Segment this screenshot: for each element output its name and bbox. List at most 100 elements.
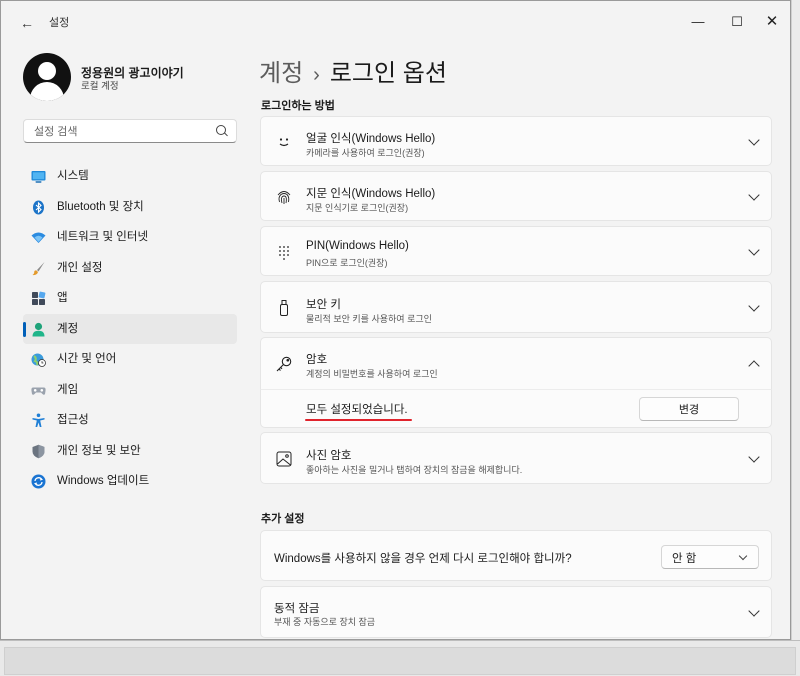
chevron-down-icon[interactable] (748, 451, 760, 463)
sidebar-item-label: 네트워크 및 인터넷 (57, 231, 149, 243)
dynamic-lock-title: 동적 잠금 (274, 603, 320, 615)
shield-icon (31, 444, 46, 459)
avatar-shoulders (30, 82, 64, 101)
gamepad-icon (31, 383, 46, 398)
relogin-dropdown[interactable]: 안 함 (661, 545, 759, 569)
key-icon (275, 355, 293, 373)
sidebar-item-label: 시스템 (57, 170, 89, 182)
bluetooth-icon (31, 200, 46, 215)
title-bar: ← 설정 — ☐ ✕ (1, 1, 790, 41)
signin-option-fingerprint[interactable]: 지문 인식(Windows Hello) 지문 인식기로 로그인(권장) (260, 171, 772, 221)
back-button[interactable]: ← (15, 15, 39, 31)
chevron-up-icon[interactable] (748, 360, 760, 372)
password-detail-panel: 모두 설정되었습니다. 변경 (260, 389, 772, 428)
option-subtitle: 좋아하는 사진을 밀거나 탭하여 장치의 잠금을 해제합니다. (306, 465, 523, 475)
picture-icon (275, 450, 293, 468)
signin-section-heading: 로그인하는 방법 (261, 100, 335, 112)
search-input[interactable] (32, 123, 216, 141)
option-title: 보안 키 (306, 299, 341, 311)
relogin-setting-row: Windows를 사용하지 않을 경우 언제 다시 로그인해야 합니까? 안 함 (260, 530, 772, 581)
sidebar-item-privacy[interactable]: 개인 정보 및 보안 (23, 436, 237, 467)
breadcrumb: 계정 › 로그인 옵션 (259, 53, 447, 88)
option-title: 얼굴 인식(Windows Hello) (306, 133, 436, 145)
password-status-text: 모두 설정되었습니다. (306, 404, 408, 416)
sidebar-item-apps[interactable]: 앱 (23, 283, 237, 314)
pin-keypad-icon (275, 243, 293, 261)
search-icon[interactable] (216, 125, 226, 135)
signin-option-face[interactable]: 얼굴 인식(Windows Hello) 카메라를 사용하여 로그인(권장) (260, 116, 772, 166)
chevron-down-icon[interactable] (748, 134, 760, 146)
additional-section-heading: 추가 설정 (261, 513, 305, 525)
red-highlight-underline (305, 419, 412, 421)
wifi-network-icon (31, 230, 46, 245)
face-smile-icon (275, 133, 293, 151)
settings-window: ← 설정 — ☐ ✕ 정용원의 광고이야기 로컬 계정 시스템 Bluetoot… (0, 0, 791, 640)
sidebar-item-gaming[interactable]: 게임 (23, 375, 237, 406)
sidebar-item-system[interactable]: 시스템 (23, 161, 237, 192)
sidebar-item-label: Windows 업데이트 (57, 475, 150, 487)
paintbrush-icon (31, 261, 46, 276)
account-type: 로컬 계정 (81, 81, 119, 92)
chevron-down-icon[interactable] (748, 605, 760, 617)
sidebar-item-label: 앱 (57, 292, 68, 304)
chevron-down-icon[interactable] (748, 300, 760, 312)
sidebar-item-label: 계정 (57, 322, 79, 335)
sidebar-item-label: Bluetooth 및 장치 (57, 200, 144, 213)
option-title: PIN(Windows Hello) (306, 240, 409, 252)
chevron-down-icon (738, 551, 748, 561)
option-subtitle: 물리적 보안 키를 사용하여 로그인 (306, 314, 432, 324)
sidebar-item-label: 개인 설정 (57, 261, 103, 274)
signin-option-password[interactable]: 암호 계정의 비밀번호를 사용하여 로그인 (260, 337, 772, 390)
window-bottom-frame (0, 640, 800, 676)
chevron-down-icon[interactable] (748, 244, 760, 256)
usb-key-icon (275, 299, 293, 317)
relogin-question: Windows를 사용하지 않을 경우 언제 다시 로그인해야 합니까? (274, 553, 572, 565)
frame-shade (4, 647, 796, 675)
option-subtitle: 카메라를 사용하여 로그인(권장) (306, 148, 425, 158)
signin-option-security-key[interactable]: 보안 키 물리적 보안 키를 사용하여 로그인 (260, 281, 772, 333)
person-account-icon (31, 322, 46, 337)
search-box[interactable] (23, 119, 237, 143)
change-password-button[interactable]: 변경 (639, 397, 739, 421)
minimize-button[interactable]: — (681, 11, 715, 33)
fingerprint-icon (275, 188, 293, 206)
sidebar-item-time-language[interactable]: 시간 및 언어 (23, 344, 237, 375)
signin-option-pin[interactable]: PIN(Windows Hello) PIN으로 로그인(권장) (260, 226, 772, 276)
avatar-head (38, 62, 56, 80)
sidebar-item-accounts[interactable]: 계정 (23, 313, 237, 344)
sidebar-item-label: 게임 (57, 383, 79, 396)
sidebar-item-label: 시간 및 언어 (57, 353, 117, 365)
option-subtitle: PIN으로 로그인(권장) (306, 258, 388, 268)
option-subtitle: 지문 인식기로 로그인(권장) (306, 203, 409, 213)
windows-update-icon (31, 474, 46, 489)
sidebar-item-label: 접근성 (57, 414, 89, 426)
dynamic-lock-setting[interactable]: 동적 잠금 부재 중 자동으로 장치 잠금 (260, 586, 772, 638)
option-title: 사진 암호 (306, 450, 352, 462)
sidebar-item-label: 개인 정보 및 보안 (57, 444, 141, 457)
breadcrumb-parent[interactable]: 계정 (259, 60, 303, 87)
system-display-icon (31, 169, 46, 184)
close-button[interactable]: ✕ (755, 11, 789, 33)
apps-grid-icon (31, 291, 46, 306)
sidebar-item-network[interactable]: 네트워크 및 인터넷 (23, 222, 237, 253)
maximize-button[interactable]: ☐ (720, 11, 754, 33)
page-title: 로그인 옵션 (329, 60, 447, 87)
sidebar-item-personalization[interactable]: 개인 설정 (23, 253, 237, 284)
accessibility-icon (31, 413, 46, 428)
signin-option-picture-password[interactable]: 사진 암호 좋아하는 사진을 밀거나 탭하여 장치의 잠금을 해제합니다. (260, 432, 772, 484)
relogin-dropdown-value: 안 함 (672, 553, 697, 565)
sidebar-item-accessibility[interactable]: 접근성 (23, 405, 237, 436)
globe-clock-icon (31, 352, 46, 367)
sidebar-item-bluetooth[interactable]: Bluetooth 및 장치 (23, 192, 237, 223)
option-title: 암호 (306, 354, 328, 366)
sidebar-nav: 시스템 Bluetooth 및 장치 네트워크 및 인터넷 개인 설정 앱 계정… (23, 161, 237, 497)
window-scrollbar[interactable] (791, 0, 800, 640)
sidebar-item-windows-update[interactable]: Windows 업데이트 (23, 466, 237, 497)
dynamic-lock-subtitle: 부재 중 자동으로 장치 잠금 (274, 617, 376, 627)
app-title: 설정 (49, 17, 70, 29)
option-title: 지문 인식(Windows Hello) (306, 188, 436, 200)
breadcrumb-separator: › (313, 64, 320, 86)
option-subtitle: 계정의 비밀번호를 사용하여 로그인 (306, 369, 438, 379)
avatar[interactable] (23, 53, 71, 101)
chevron-down-icon[interactable] (748, 189, 760, 201)
